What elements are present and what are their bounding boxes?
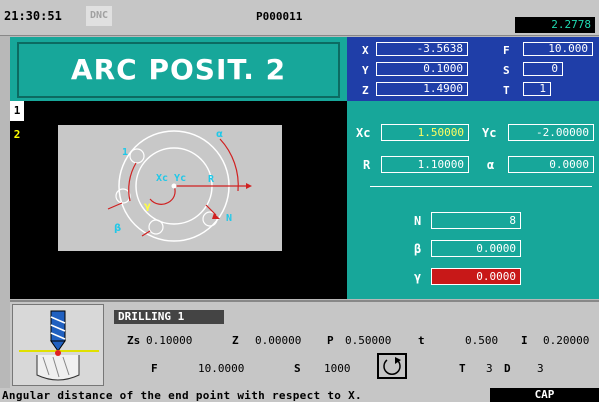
cycle-tab-2[interactable]: 2 bbox=[10, 124, 24, 148]
r-label: R bbox=[363, 158, 371, 172]
radius-label: R bbox=[208, 174, 215, 185]
alpha-field[interactable]: 0.0000 bbox=[508, 156, 594, 173]
axis-x-label: X bbox=[362, 44, 369, 57]
program-number: P000011 bbox=[256, 10, 303, 23]
cycle-graphic-area: α 1 Xc Yc R N β γ bbox=[10, 101, 347, 299]
beta-field[interactable]: 0.0000 bbox=[431, 240, 521, 257]
axis-z-label: Z bbox=[362, 84, 369, 97]
caps-indicator: CAP bbox=[490, 388, 599, 402]
beta-param-label: β bbox=[414, 242, 422, 256]
tool-value: 1 bbox=[523, 82, 551, 96]
drill-tool-image bbox=[12, 304, 104, 386]
yc-label: Yc bbox=[482, 126, 497, 140]
cycle-tab-1[interactable]: 1 bbox=[10, 101, 24, 121]
axis-x-value: -3.5638 bbox=[376, 42, 468, 56]
xc-field[interactable]: 1.50000 bbox=[381, 124, 469, 141]
dnc-indicator[interactable]: DNC bbox=[86, 6, 112, 26]
f-label: F bbox=[151, 362, 158, 375]
axis-z-value: 1.4900 bbox=[376, 82, 468, 96]
center-point bbox=[171, 183, 177, 189]
n-field[interactable]: 8 bbox=[431, 212, 521, 229]
clockwise-rotation-icon bbox=[383, 357, 401, 375]
clock: 21:30:51 bbox=[4, 9, 62, 23]
s-label: S bbox=[294, 362, 301, 375]
yc-field[interactable]: -2.00000 bbox=[508, 124, 594, 141]
n-label: N bbox=[226, 213, 232, 224]
alpha-label: α bbox=[216, 129, 223, 140]
tool-t-value: 3 bbox=[486, 362, 493, 375]
zs-label: Zs bbox=[127, 334, 141, 347]
zs-value: 0.10000 bbox=[146, 334, 193, 347]
diagram-background bbox=[58, 125, 282, 251]
i-label: I bbox=[521, 334, 528, 347]
arc-diagram: α 1 Xc Yc R N β γ bbox=[58, 125, 282, 251]
axis-y-label: Y bbox=[362, 64, 369, 77]
beta-label: β bbox=[114, 223, 121, 234]
tool-label: T bbox=[503, 84, 510, 97]
axis-y-value: 0.1000 bbox=[376, 62, 468, 76]
gamma-param-label: γ bbox=[414, 270, 422, 284]
xc-label: Xc bbox=[356, 126, 371, 140]
tool-t-label: T bbox=[459, 362, 466, 375]
z-value: 0.00000 bbox=[255, 334, 302, 347]
cycle-title: ARC POSIT. 2 bbox=[70, 53, 287, 86]
gamma-field[interactable]: 0.0000 bbox=[431, 268, 521, 285]
t-dwell-value: 0.500 bbox=[465, 334, 499, 347]
t-dwell-label: t bbox=[418, 334, 425, 347]
drilling-cycle-name: DRILLING 1 bbox=[114, 310, 224, 324]
gamma-label: γ bbox=[144, 201, 151, 212]
top-value-readout: 2.2778 bbox=[515, 17, 595, 33]
s-value: 1000 bbox=[324, 362, 351, 375]
alpha-param-label: α bbox=[487, 158, 495, 172]
d-label: D bbox=[504, 362, 511, 375]
one-label: 1 bbox=[122, 147, 128, 158]
spindle-direction-button[interactable] bbox=[377, 353, 407, 379]
p-label: P bbox=[327, 334, 334, 347]
speed-value: 0 bbox=[523, 62, 563, 76]
f-value: 10.0000 bbox=[198, 362, 245, 375]
speed-label: S bbox=[503, 64, 510, 77]
d-value: 3 bbox=[537, 362, 544, 375]
center-label: Xc Yc bbox=[156, 173, 186, 184]
help-message: Angular distance of the end point with r… bbox=[2, 389, 362, 402]
feed-value: 10.000 bbox=[523, 42, 593, 56]
feed-label: F bbox=[503, 44, 510, 57]
divider bbox=[370, 186, 592, 187]
z-label: Z bbox=[232, 334, 239, 347]
p-value: 0.50000 bbox=[345, 334, 392, 347]
drill-icon bbox=[19, 310, 99, 381]
n-param-label: N bbox=[414, 214, 422, 228]
i-value: 0.20000 bbox=[543, 334, 590, 347]
r-field[interactable]: 1.10000 bbox=[381, 156, 469, 173]
